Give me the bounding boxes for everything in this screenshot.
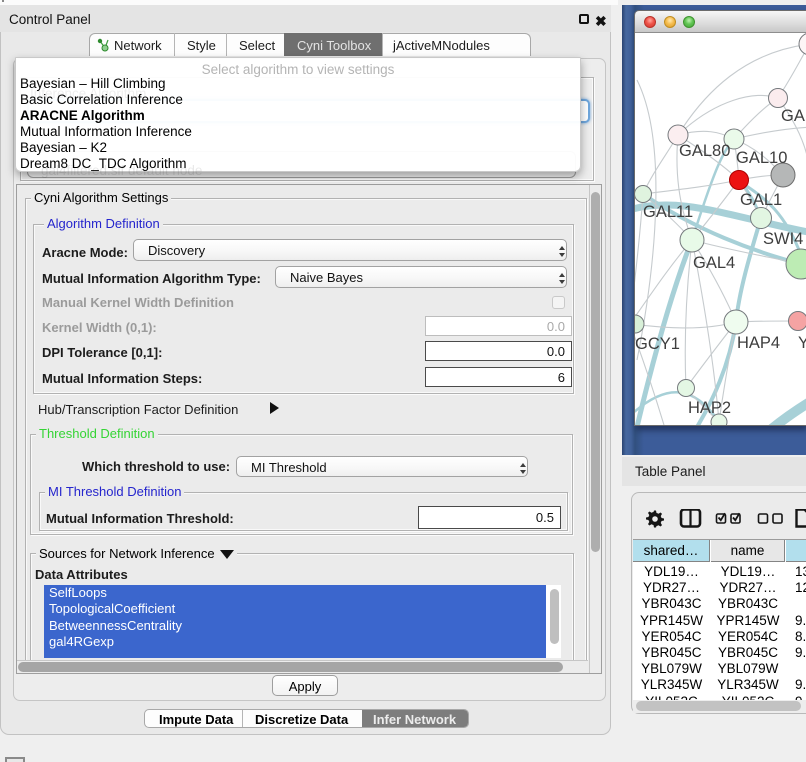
svg-text:HAP4: HAP4 (737, 334, 780, 352)
svg-text:GAL4: GAL4 (693, 254, 735, 272)
svg-text:HAP2: HAP2 (688, 399, 731, 417)
svg-text:GCY1: GCY1 (635, 335, 680, 353)
svg-text:GAL80: GAL80 (679, 142, 730, 160)
svg-text:GAL10: GAL10 (736, 149, 787, 167)
svg-text:SWI4: SWI4 (763, 230, 803, 248)
svg-text:GAL2: GAL2 (781, 107, 806, 125)
svg-text:GAL1: GAL1 (740, 191, 782, 209)
svg-text:YL: YL (798, 334, 806, 352)
svg-text:GAL11: GAL11 (643, 203, 693, 221)
